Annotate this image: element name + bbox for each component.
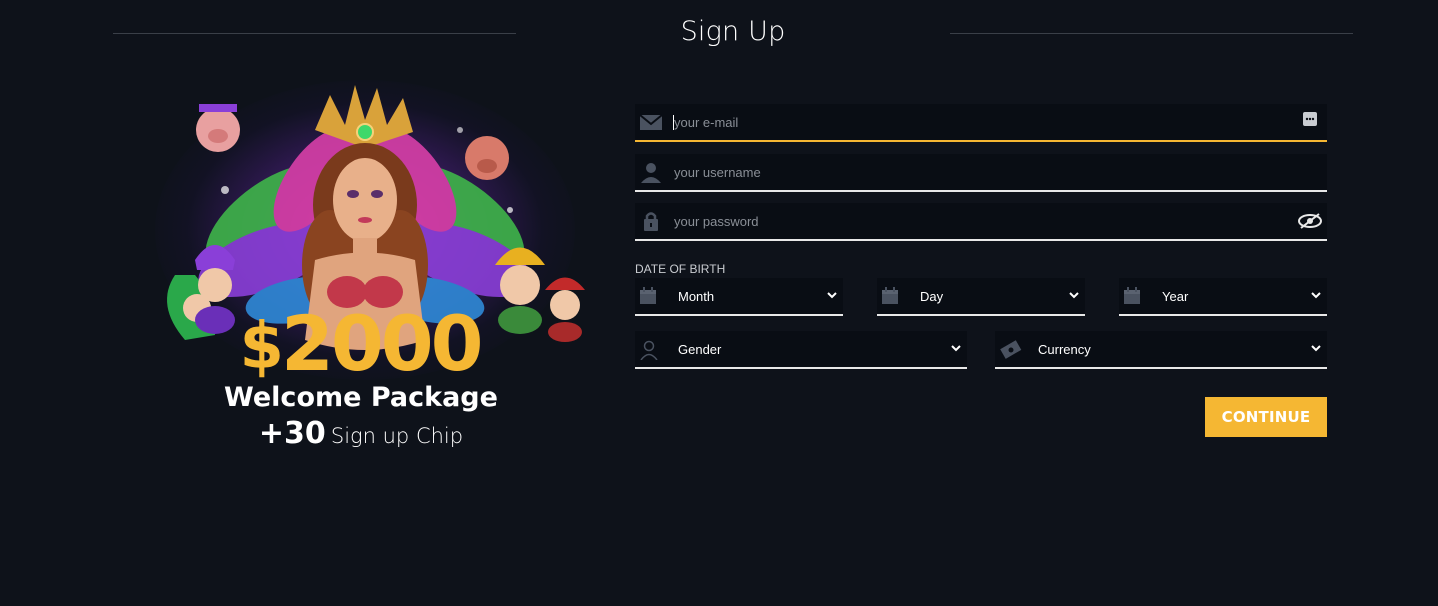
calendar-icon [882,287,898,304]
username-field[interactable] [635,154,1327,192]
year-select[interactable]: Year [1119,278,1327,316]
user-icon [641,163,661,183]
currency-select[interactable]: Currency [995,331,1327,369]
promo-chip-amount: +30 [258,416,326,451]
day-select-value: Day [920,289,944,304]
email-input[interactable] [674,104,1274,140]
autofill-icon[interactable] [1303,112,1317,126]
month-select[interactable]: Month [635,278,843,316]
person-outline-icon [640,340,658,360]
chevron-down-icon [1311,292,1321,299]
month-select-value: Month [678,289,715,304]
promo-welcome: Welcome Package [224,382,498,413]
dob-label: DATE OF BIRTH [635,262,726,276]
email-field[interactable] [635,104,1327,142]
promo-chip-text: Sign up Chip [330,424,464,448]
password-input[interactable] [674,203,1274,239]
password-field[interactable] [635,203,1327,241]
eye-slash-icon[interactable] [1297,212,1323,230]
gender-select-value: Gender [678,342,722,357]
promo-banner: $2000 Welcome Package +30 Sign up Chip [115,70,615,470]
text-cursor [673,115,674,130]
promo-amount-value: 2000 [281,299,484,388]
promo-amount: $2000 [235,302,485,389]
envelope-icon [639,114,663,130]
year-select-value: Year [1162,289,1189,304]
gender-select[interactable]: Gender [635,331,967,369]
promo-currency: $ [239,310,283,384]
banknote-icon [1000,340,1022,359]
calendar-icon [640,287,656,304]
chevron-down-icon [1069,292,1079,299]
continue-button[interactable]: CONTINUE [1205,397,1327,437]
calendar-icon [1124,287,1140,304]
page-title: Sign Up [680,16,786,47]
username-input[interactable] [674,154,1274,190]
currency-select-value: Currency [1038,342,1091,357]
day-select[interactable]: Day [877,278,1085,316]
promo-chip: +30 Sign up Chip [211,416,511,451]
chevron-down-icon [951,345,961,352]
lock-icon [644,212,658,231]
chevron-down-icon [827,292,837,299]
chevron-down-icon [1311,345,1321,352]
